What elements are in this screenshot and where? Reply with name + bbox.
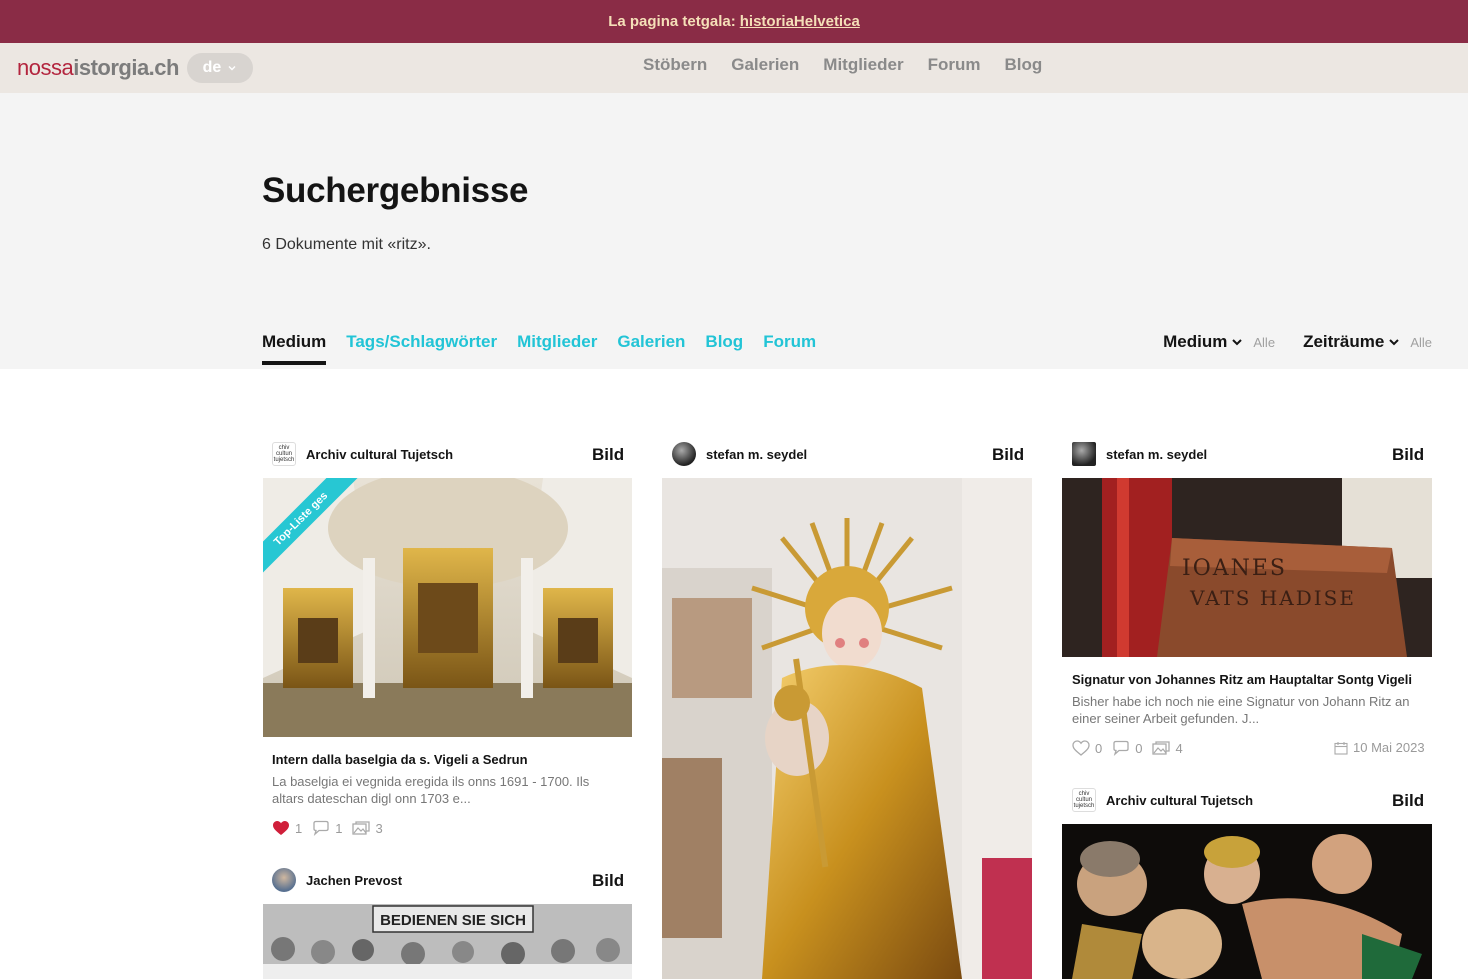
tab-tags[interactable]: Tags/Schlagwörter (346, 332, 497, 365)
gallery-icon (352, 821, 371, 835)
avatar: chiv cultun tujetsch (1072, 788, 1096, 812)
avatar (1072, 442, 1096, 466)
card-type: Bild (592, 871, 625, 890)
card-author-row[interactable]: stefan m. seydel (1072, 441, 1207, 467)
comment-icon (1113, 740, 1129, 756)
tab-mitglieder[interactable]: Mitglieder (517, 332, 597, 365)
images-stat: 3 (352, 820, 383, 836)
likes-stat[interactable]: 1 (272, 820, 302, 836)
nav-stoebern[interactable]: Stöbern (643, 55, 707, 75)
card-author[interactable]: Archiv cultural Tujetsch (306, 447, 453, 462)
chevron-down-icon (1389, 339, 1400, 346)
top-navigation: nossaistorgia.ch de Stöbern Galerien Mit… (0, 43, 1468, 93)
images-count: 3 (375, 820, 383, 836)
card-author-row[interactable]: Jachen Prevost (272, 867, 402, 893)
chevron-down-icon (228, 66, 236, 71)
avatar: chiv cultun tujetsch (272, 442, 296, 466)
nav-galerien[interactable]: Galerien (731, 55, 799, 75)
filters: Medium Alle Zeiträume Alle (1145, 332, 1432, 352)
card-author-row[interactable]: chiv cultun tujetsch Archiv cultural Tuj… (1072, 787, 1253, 813)
card-author[interactable]: stefan m. seydel (706, 447, 807, 462)
banner-link[interactable]: historiaHelvetica (740, 13, 860, 30)
card-description: Bisher habe ich noch nie eine Signatur v… (1072, 694, 1410, 726)
madonna-statue-image (662, 478, 1032, 979)
heart-icon (273, 821, 289, 835)
card-type: Bild (592, 445, 625, 464)
tab-medium[interactable]: Medium (262, 332, 327, 365)
images-stat: 4 (1152, 740, 1183, 756)
tab-galerien[interactable]: Galerien (617, 332, 685, 365)
card-description: La baselgia ei vegnida eregida ils onns … (272, 774, 590, 806)
card-author[interactable]: Jachen Prevost (306, 873, 402, 888)
result-tabs: Medium Tags/Schlagwörter Mitglieder Gale… (262, 332, 816, 365)
banner-text: La pagina tetgala: (608, 13, 736, 30)
filter-zeitraeume-text: Zeiträume (1303, 332, 1385, 351)
filter-medium-label: Medium (1163, 332, 1243, 352)
chevron-down-icon (1232, 339, 1243, 346)
carving-line-1: IOANES (1182, 556, 1287, 581)
calendar-icon (1334, 741, 1348, 755)
likes-stat[interactable]: 0 (1072, 740, 1102, 756)
card-stats: 0 0 4 (1072, 740, 1183, 756)
comments-count: 1 (335, 820, 343, 836)
filter-zeitraeume-label: Zeiträume (1303, 332, 1400, 352)
date-text: 10 Mai 2023 (1353, 740, 1425, 755)
result-count: 6 Dokumente mit «ritz». (262, 236, 431, 253)
sign-text: BEDIENEN SIE SICH (380, 912, 526, 929)
filter-zeitraeume-value: Alle (1410, 335, 1432, 350)
avatar (272, 868, 296, 892)
language-value: de (202, 59, 222, 76)
card-type: Bild (1392, 445, 1425, 464)
comments-stat[interactable]: 1 (312, 820, 342, 836)
top-banner: La pagina tetgala: historiaHelvetica (0, 0, 1468, 43)
main-nav: Stöbern Galerien Mitglieder Forum Blog (643, 55, 1042, 75)
card-image[interactable] (1062, 824, 1432, 979)
card-image[interactable]: IOANES VATS HADISE (1062, 478, 1432, 657)
images-count: 4 (1175, 740, 1183, 756)
nav-mitglieder[interactable]: Mitglieder (823, 55, 903, 75)
comment-icon (313, 820, 329, 836)
comments-count: 0 (1135, 740, 1143, 756)
card-image[interactable]: BEDIENEN SIE SICH (263, 904, 632, 979)
tab-forum[interactable]: Forum (763, 332, 816, 365)
card-author-row[interactable]: stefan m. seydel (672, 441, 807, 467)
card-type: Bild (1392, 791, 1425, 810)
logo-part-nossa: nossa (17, 55, 74, 80)
likes-count: 1 (295, 820, 303, 836)
card-title[interactable]: Signatur von Johannes Ritz am Hauptaltar… (1072, 672, 1412, 687)
likes-count: 0 (1095, 740, 1103, 756)
language-selector[interactable]: de (187, 53, 253, 83)
carving-line-2: VATS HADISE (1190, 586, 1356, 610)
card-author[interactable]: Archiv cultural Tujetsch (1106, 793, 1253, 808)
filter-medium-value: Alle (1253, 335, 1276, 350)
card-date: 10 Mai 2023 (1334, 740, 1425, 755)
sculpture-group-image (1062, 824, 1432, 979)
comments-stat[interactable]: 0 (1112, 740, 1142, 756)
filter-medium-text: Medium (1163, 332, 1228, 351)
results-header: Suchergebnisse 6 Dokumente mit «ritz». M… (0, 93, 1468, 369)
card-image[interactable]: Top-Liste ges (263, 478, 632, 737)
card-image[interactable] (662, 478, 1032, 979)
card-type: Bild (992, 445, 1025, 464)
logo-part-istorgia: istorgia.ch (73, 55, 179, 80)
nav-blog[interactable]: Blog (1004, 55, 1042, 75)
card-author[interactable]: stefan m. seydel (1106, 447, 1207, 462)
heart-icon (1072, 740, 1090, 756)
filter-medium[interactable]: Medium Alle (1163, 332, 1275, 352)
card-stats: 1 1 3 (272, 820, 383, 836)
tab-blog[interactable]: Blog (705, 332, 743, 365)
page-title: Suchergebnisse (262, 171, 529, 210)
nav-forum[interactable]: Forum (928, 55, 981, 75)
filter-zeitraeume[interactable]: Zeiträume Alle (1303, 332, 1432, 352)
avatar (672, 442, 696, 466)
card-author-row[interactable]: chiv cultun tujetsch Archiv cultural Tuj… (272, 441, 453, 467)
gallery-icon (1152, 741, 1171, 755)
card-title[interactable]: Intern dalla baselgia da s. Vigeli a Sed… (272, 752, 528, 767)
site-logo[interactable]: nossaistorgia.ch (17, 55, 179, 81)
